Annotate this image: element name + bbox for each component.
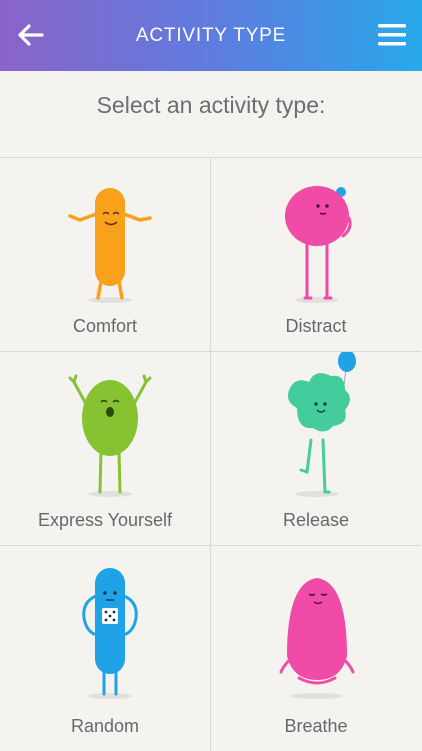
comfort-character-icon <box>68 188 152 303</box>
back-arrow-icon[interactable] <box>14 20 46 50</box>
activity-label-random: Random <box>70 716 140 736</box>
distract-character-icon <box>285 186 352 303</box>
activity-label-breathe: Breathe <box>284 716 348 736</box>
activity-tile-random[interactable]: Random <box>0 546 211 751</box>
activity-grid: Comfort Distract Express Yourself Releas… <box>0 157 422 751</box>
menu-icon[interactable] <box>378 22 406 48</box>
activity-tile-express-yourself[interactable]: Express Yourself <box>0 352 211 546</box>
activity-label-distract: Distract <box>285 316 347 336</box>
header-bar: ACTIVITY TYPE <box>0 0 422 71</box>
activity-tile-breathe[interactable]: Breathe <box>211 546 421 751</box>
activity-label-comfort: Comfort <box>72 316 137 336</box>
activity-tile-release[interactable]: Release <box>211 352 421 546</box>
activity-label-release: Release <box>282 510 350 530</box>
random-character-icon <box>82 568 138 699</box>
activity-label-express-yourself: Express Yourself <box>37 510 173 530</box>
select-activity-prompt: Select an activity type: <box>96 92 326 118</box>
release-character-icon <box>288 352 356 497</box>
activity-tile-comfort[interactable]: Comfort <box>0 158 211 352</box>
page-title: ACTIVITY TYPE <box>135 24 287 46</box>
activity-tile-distract[interactable]: Distract <box>211 158 421 352</box>
breathe-character-icon <box>279 578 355 699</box>
express-yourself-character-icon <box>68 374 152 497</box>
